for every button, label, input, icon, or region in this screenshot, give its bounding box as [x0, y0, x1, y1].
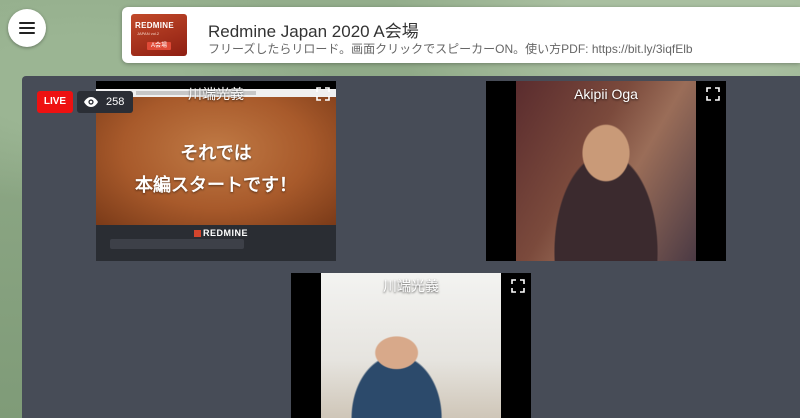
tile-name-label: Akipii Oga	[574, 86, 638, 102]
event-header: REDMINE JAPAN vol.2 A会場 Redmine Japan 20…	[122, 7, 800, 63]
slide-text-line2: 本編スタートです！	[135, 175, 297, 195]
fullscreen-icon[interactable]	[511, 279, 525, 293]
viewer-count-badge: 258	[77, 91, 133, 113]
video-tile-speaker-camera[interactable]: 川端光義	[291, 273, 531, 418]
hamburger-menu-icon	[19, 22, 35, 34]
slide-controls	[110, 239, 244, 249]
tile-name-label: 川端光義	[383, 278, 439, 294]
slide-logo: REDMINE	[194, 228, 248, 238]
eye-icon	[84, 97, 98, 107]
logo-badge: A会場	[147, 42, 171, 50]
menu-button[interactable]	[8, 9, 46, 47]
event-logo: REDMINE JAPAN vol.2 A会場	[131, 14, 187, 56]
fullscreen-icon[interactable]	[316, 87, 330, 101]
viewer-count: 258	[106, 96, 125, 108]
live-badge: LIVE	[37, 91, 73, 113]
logo-text: REDMINE	[135, 21, 174, 30]
event-subtitle[interactable]: フリーズしたらリロード。画面クリックでスピーカーON。使い方PDF: https…	[208, 40, 693, 57]
fullscreen-icon[interactable]	[706, 87, 720, 101]
slide-text-line1: それでは	[180, 143, 252, 163]
event-title: Redmine Japan 2020 A会場	[208, 22, 419, 41]
participant-video	[516, 81, 696, 261]
logo-subtext: JAPAN vol.2	[137, 31, 160, 36]
video-tile-akipii-oga[interactable]: Akipii Oga	[486, 81, 726, 261]
